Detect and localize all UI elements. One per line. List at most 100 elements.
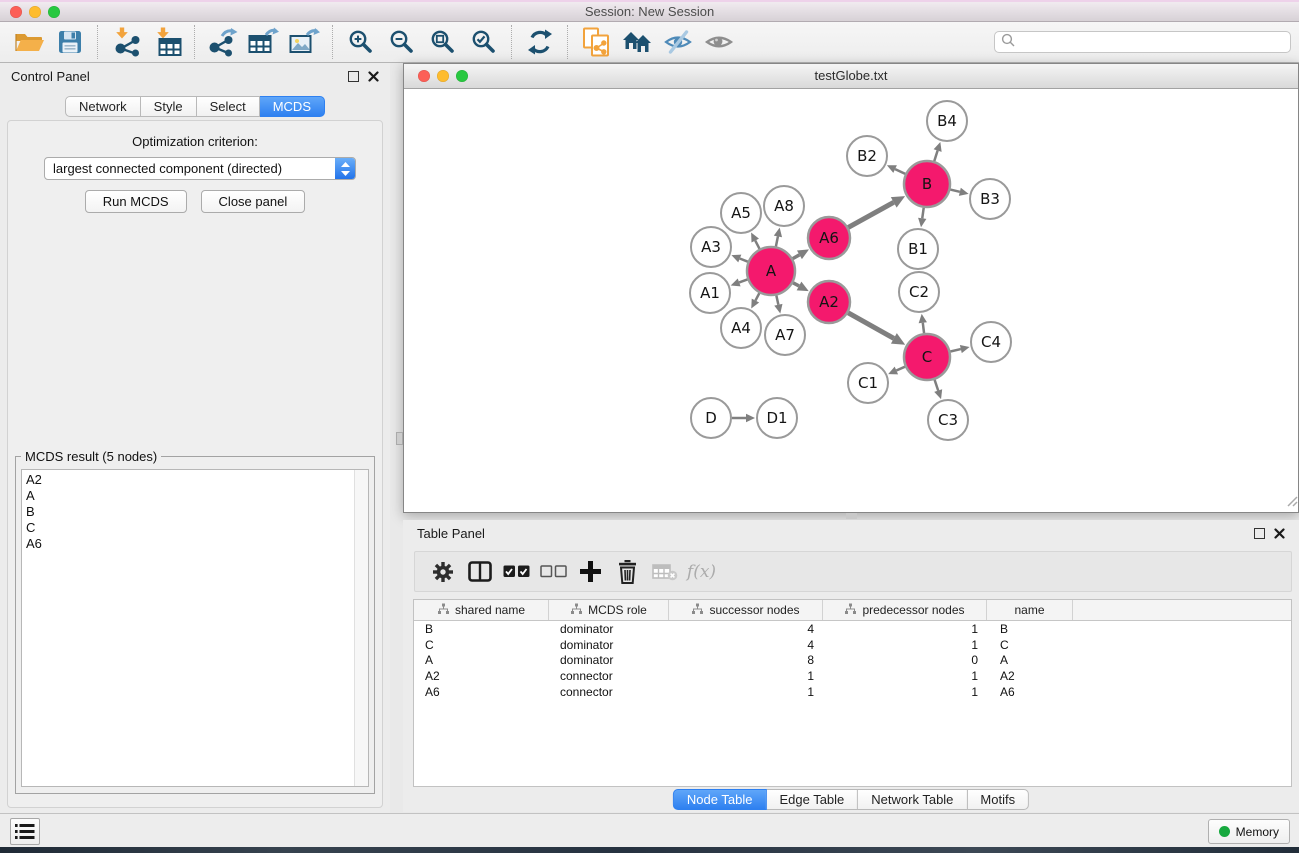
network-snapshot-icon[interactable] — [576, 25, 615, 59]
cell-mcds_role[interactable]: dominator — [549, 637, 669, 653]
result-item[interactable]: B — [26, 504, 368, 520]
graph-node-A8[interactable]: A8 — [764, 186, 804, 226]
zoom-selected-icon[interactable] — [464, 25, 503, 59]
graph-node-A3[interactable]: A3 — [691, 227, 731, 267]
cell-successor_nodes[interactable]: 1 — [669, 668, 823, 684]
graph-edge-C-C1[interactable] — [896, 367, 905, 371]
deselect-all-icon[interactable] — [535, 556, 572, 588]
graph-node-B[interactable]: B — [904, 161, 950, 207]
task-history-button[interactable] — [10, 818, 40, 845]
graph-edge-A-A6[interactable] — [793, 255, 800, 259]
import-network-icon[interactable] — [106, 25, 145, 59]
graph-edge-C-C4[interactable] — [950, 349, 960, 351]
graph-node-B4[interactable]: B4 — [927, 101, 967, 141]
graph-node-A2[interactable]: A2 — [808, 281, 850, 323]
graph-edge-A-A2[interactable] — [793, 283, 799, 286]
graph-node-B1[interactable]: B1 — [898, 229, 938, 269]
columns-icon[interactable] — [461, 556, 498, 588]
close-table-panel-icon[interactable] — [1274, 528, 1285, 539]
tab-edge-table[interactable]: Edge Table — [766, 789, 858, 810]
graph-edge-B-B3[interactable] — [950, 190, 959, 192]
graph-edge-A-A1[interactable] — [739, 279, 747, 282]
tab-network[interactable]: Network — [65, 96, 141, 117]
graph-edge-A2-C[interactable] — [848, 313, 894, 339]
cell-successor_nodes[interactable]: 4 — [669, 621, 823, 637]
cell-successor_nodes[interactable]: 8 — [669, 653, 823, 669]
run-mcds-button[interactable]: Run MCDS — [85, 190, 187, 213]
cell-shared_name[interactable]: A6 — [414, 684, 549, 700]
cell-predecessor_nodes[interactable]: 1 — [823, 684, 987, 700]
result-item[interactable]: A2 — [26, 472, 368, 488]
close-panel-icon[interactable] — [368, 71, 379, 82]
optimization-criterion-dropdown[interactable]: largest connected component (directed) — [44, 157, 356, 180]
refresh-icon[interactable] — [520, 25, 559, 59]
graph-node-A[interactable]: A — [747, 247, 795, 295]
tab-node-table[interactable]: Node Table — [673, 789, 767, 810]
table-row-B[interactable]: Bdominator41B — [414, 621, 1291, 637]
network-window-titlebar[interactable]: testGlobe.txt — [404, 64, 1298, 89]
export-image-icon[interactable] — [285, 25, 324, 59]
cell-mcds_role[interactable]: dominator — [549, 621, 669, 637]
cell-mcds_role[interactable]: dominator — [549, 653, 669, 669]
table-row-C[interactable]: Cdominator41C — [414, 637, 1291, 653]
cell-shared_name[interactable]: C — [414, 637, 549, 653]
tab-style[interactable]: Style — [141, 96, 197, 117]
graph-node-D1[interactable]: D1 — [757, 398, 797, 438]
zoom-out-icon[interactable] — [382, 25, 421, 59]
float-panel-icon[interactable] — [348, 71, 359, 82]
cell-shared_name[interactable]: A2 — [414, 668, 549, 684]
export-network-icon[interactable] — [203, 25, 242, 59]
cell-predecessor_nodes[interactable]: 1 — [823, 621, 987, 637]
graph-edge-B-B4[interactable] — [934, 151, 937, 162]
graph-edge-A-A7[interactable] — [776, 295, 778, 304]
cell-predecessor_nodes[interactable]: 0 — [823, 653, 987, 669]
cell-name[interactable]: C — [987, 637, 1073, 653]
cell-mcds_role[interactable]: connector — [549, 668, 669, 684]
cell-mcds_role[interactable]: connector — [549, 684, 669, 700]
table-row-A6[interactable]: A6connector11A6 — [414, 684, 1291, 700]
cell-name[interactable]: A — [987, 653, 1073, 669]
delete-row-icon[interactable] — [609, 556, 646, 588]
column-header-successor_nodes[interactable]: successor nodes — [669, 600, 823, 620]
memory-button[interactable]: Memory — [1208, 819, 1290, 844]
result-scrollbar[interactable] — [354, 470, 368, 786]
show-selected-icon[interactable] — [699, 25, 738, 59]
graph-edge-C-C2[interactable] — [923, 323, 924, 333]
zoom-fit-icon[interactable] — [423, 25, 462, 59]
resize-handle[interactable] — [1285, 494, 1298, 512]
graph-node-C2[interactable]: C2 — [899, 272, 939, 312]
tab-network-table[interactable]: Network Table — [858, 789, 967, 810]
graph-node-C[interactable]: C — [904, 334, 950, 380]
network-horizontal-scrollbar-thumb[interactable] — [846, 513, 857, 519]
graph-edge-A6-B[interactable] — [848, 202, 893, 227]
search-input[interactable] — [1019, 32, 1290, 52]
select-all-icon[interactable] — [498, 556, 535, 588]
dropdown-stepper-icon[interactable] — [335, 158, 355, 179]
network-graph-canvas[interactable]: B4B2BB3A8A5A6A3B1AC2A1A2A4A7C4CC1DD1C3 — [404, 89, 1297, 512]
tab-motifs[interactable]: Motifs — [967, 789, 1029, 810]
graph-node-A1[interactable]: A1 — [690, 273, 730, 313]
cell-predecessor_nodes[interactable]: 1 — [823, 637, 987, 653]
minimize-window-button[interactable] — [29, 6, 41, 18]
hide-selected-icon[interactable] — [658, 25, 697, 59]
close-panel-button[interactable]: Close panel — [201, 190, 306, 213]
result-item[interactable]: C — [26, 520, 368, 536]
graph-edge-A-A4[interactable] — [755, 293, 759, 300]
mcds-result-list[interactable]: A2ABCA6 — [21, 469, 369, 787]
graph-edge-B-B1[interactable] — [922, 208, 923, 219]
graph-node-C1[interactable]: C1 — [848, 363, 888, 403]
graph-node-A4[interactable]: A4 — [721, 308, 761, 348]
save-session-icon[interactable] — [50, 25, 89, 59]
add-row-icon[interactable] — [572, 556, 609, 588]
column-header-predecessor_nodes[interactable]: predecessor nodes — [823, 600, 987, 620]
float-table-panel-icon[interactable] — [1254, 528, 1265, 539]
cell-successor_nodes[interactable]: 4 — [669, 637, 823, 653]
graph-node-B3[interactable]: B3 — [970, 179, 1010, 219]
column-header-name[interactable]: name — [987, 600, 1073, 620]
tab-select[interactable]: Select — [197, 96, 260, 117]
close-window-button[interactable] — [10, 6, 22, 18]
zoom-in-icon[interactable] — [341, 25, 380, 59]
open-file-icon[interactable] — [9, 25, 48, 59]
export-table-icon[interactable] — [244, 25, 283, 59]
cell-predecessor_nodes[interactable]: 1 — [823, 668, 987, 684]
